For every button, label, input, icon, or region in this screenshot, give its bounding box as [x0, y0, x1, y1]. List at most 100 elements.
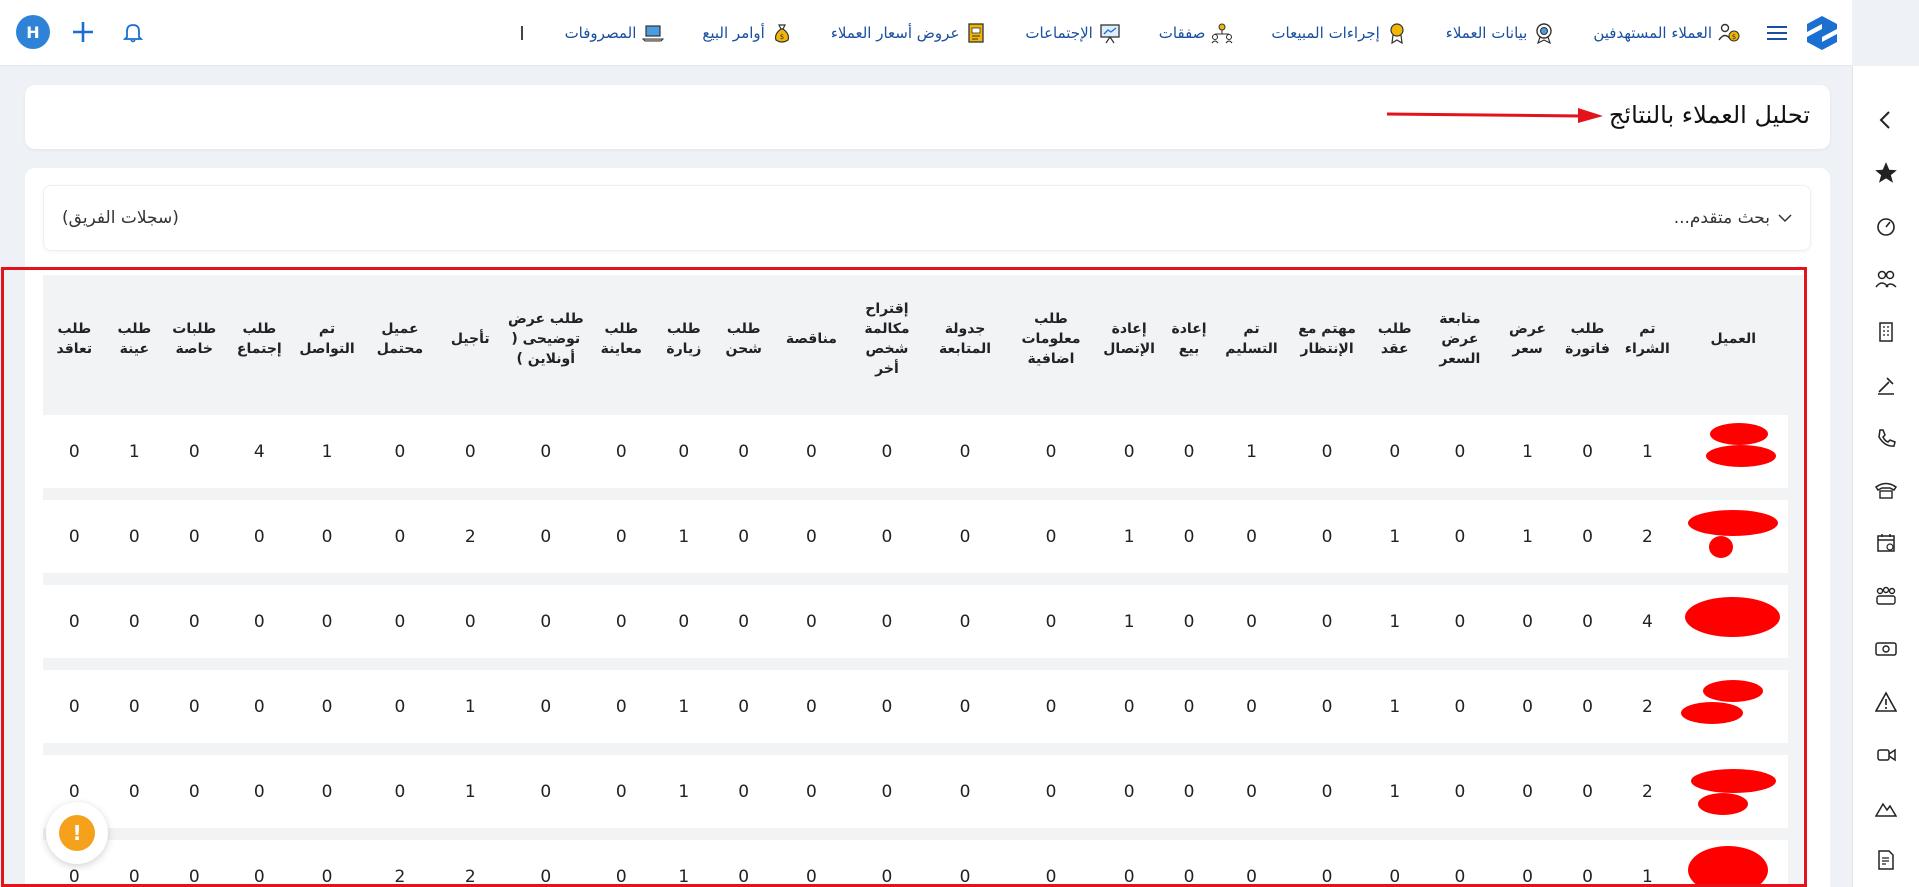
nav-item-target-customers[interactable]: $ العملاء المستهدفين [1593, 22, 1740, 44]
nav-item-meetings[interactable]: الإجتماعات [1025, 22, 1120, 44]
table-cell: 0 [1423, 670, 1497, 743]
user-avatar[interactable]: H [16, 15, 50, 49]
results-table-container[interactable]: العميل تم الشراء طلب فاتورة عرض سعر متاب… [43, 275, 1803, 887]
star-icon[interactable] [1853, 147, 1919, 200]
nav-item-label: الإجتماعات [1025, 23, 1093, 42]
phone-icon[interactable] [1853, 411, 1919, 464]
col-header[interactable]: طلب شحن [715, 275, 772, 403]
nav-item-expenses[interactable]: المصروفات [565, 22, 665, 44]
nav-overflow-indicator[interactable] [520, 25, 527, 40]
video-icon[interactable] [1853, 728, 1919, 781]
col-header[interactable]: طلب عرض توضيحى ( أونلاين ) [502, 275, 591, 403]
table-header-row: العميل تم الشراء طلب فاتورة عرض سعر متاب… [43, 275, 1788, 403]
col-header[interactable]: جدولة المتابعة [923, 275, 1006, 403]
nav-item-sales-orders[interactable]: $ أوامر البيع [702, 22, 792, 44]
add-button[interactable] [66, 15, 100, 49]
table-row[interactable]: 101000100000000000014010 [43, 415, 1788, 488]
nav-item-sales-actions[interactable]: إجراءات المبيعات [1271, 22, 1407, 44]
col-header[interactable]: طلب معلومات اضافية [1007, 275, 1096, 403]
table-cell: 0 [293, 755, 361, 828]
warning-icon[interactable] [1853, 675, 1919, 728]
table-cell: 0 [715, 415, 773, 488]
table-cell: 0 [850, 415, 924, 488]
table-cell: 1 [1366, 670, 1424, 743]
nav-item-label: أوامر البيع [702, 23, 765, 42]
table-cell: 0 [923, 500, 1007, 573]
col-header[interactable]: تم التواصل [293, 275, 361, 403]
redaction-mark [1688, 510, 1778, 536]
notifications-button[interactable] [116, 15, 150, 49]
table-cell: 0 [225, 670, 294, 743]
col-header[interactable]: عميل محتمل [361, 275, 439, 403]
menu-icon[interactable] [1762, 18, 1792, 48]
alert-button[interactable]: ! [46, 802, 108, 864]
table-cell: 0 [1287, 755, 1367, 828]
col-header[interactable]: طلبات خاصة [163, 275, 226, 403]
col-header[interactable]: طلب عينة [106, 275, 163, 403]
table-cell: 0 [1162, 415, 1216, 488]
table-cell: 0 [590, 585, 653, 658]
app-logo-icon[interactable] [1800, 11, 1844, 55]
dashboard-gauge-icon[interactable] [1853, 200, 1919, 253]
group-icon[interactable] [1853, 570, 1919, 623]
col-header[interactable]: عرض سعر [1496, 275, 1559, 403]
table-cell: 0 [501, 670, 591, 743]
table-row[interactable]: 200010000000001001000000 [43, 670, 1788, 743]
col-header[interactable]: إعادة بيع [1163, 275, 1215, 403]
table-cell: 0 [162, 500, 226, 573]
advanced-search-toggle[interactable]: بحث متقدم... [1674, 208, 1792, 228]
laptop-icon [642, 22, 665, 44]
table-cell: 1 [1496, 500, 1559, 573]
col-header[interactable]: طلب زيارة [653, 275, 716, 403]
mountain-icon[interactable] [1853, 781, 1919, 834]
telephone-icon[interactable] [1853, 464, 1919, 517]
col-header[interactable]: إعادة الإتصال [1095, 275, 1163, 403]
table-cell: 0 [1287, 670, 1367, 743]
table-cell: 1 [1095, 500, 1163, 573]
table-row[interactable]: 100000000000001002200000 [43, 840, 1788, 887]
table-cell: 0 [1423, 500, 1497, 573]
col-header[interactable]: تأجيل [439, 275, 502, 403]
invoice-icon[interactable] [1853, 834, 1919, 887]
building-icon[interactable] [1853, 305, 1919, 358]
col-header[interactable]: إقتراح مكالمة شخص أخر [850, 275, 923, 403]
table-cell: 0 [162, 585, 226, 658]
chevron-left-icon[interactable] [1853, 94, 1919, 147]
cash-icon[interactable] [1853, 623, 1919, 676]
table-cell: 1 [1616, 415, 1679, 488]
col-header[interactable]: مهتم مع الإنتظار [1288, 275, 1366, 403]
table-row[interactable]: 200010000000001001000000 [43, 755, 1788, 828]
calendar-icon[interactable] [1853, 517, 1919, 570]
col-header[interactable]: طلب عقد [1366, 275, 1423, 403]
table-cell: 0 [590, 755, 653, 828]
nav-item-label: العملاء المستهدفين [1593, 23, 1712, 42]
redaction-mark [1681, 702, 1743, 724]
table-row[interactable]: 400010001000000000000000 [43, 585, 1788, 658]
tools-icon[interactable] [1853, 358, 1919, 411]
table-cell: 0 [225, 755, 294, 828]
col-header[interactable]: طلب تعاقد [43, 275, 106, 403]
col-header[interactable]: مناقصة [772, 275, 850, 403]
table-cell: 0 [1006, 670, 1096, 743]
table-cell: 0 [162, 840, 226, 887]
col-header[interactable]: تم الشراء [1616, 275, 1679, 403]
table-cell: 1 [1366, 755, 1424, 828]
nav-item-deals[interactable]: صفقات [1159, 22, 1234, 44]
col-header[interactable]: طلب فاتورة [1559, 275, 1616, 403]
table-cell: 1 [439, 670, 502, 743]
redaction-mark [1691, 769, 1776, 793]
users-icon[interactable] [1853, 253, 1919, 306]
col-header[interactable]: تم التسليم [1215, 275, 1288, 403]
col-header[interactable]: متابعة عرض السعر [1423, 275, 1496, 403]
col-header[interactable]: طلب معاينة [590, 275, 653, 403]
nav-item-customer-data[interactable]: بيانات العملاء [1446, 22, 1556, 44]
table-cell: 0 [43, 585, 106, 658]
table-cell: 0 [1162, 585, 1216, 658]
nav-item-customer-quotes[interactable]: عروض أسعار العملاء [831, 22, 988, 44]
col-header[interactable]: طلب إجتماع [225, 275, 293, 403]
col-header[interactable]: العميل [1679, 275, 1788, 403]
table-cell: 0 [293, 840, 361, 887]
table-row[interactable]: 201010001000001002000000 [43, 500, 1788, 573]
table-cell: 0 [715, 755, 773, 828]
table-cell: 0 [225, 840, 294, 887]
